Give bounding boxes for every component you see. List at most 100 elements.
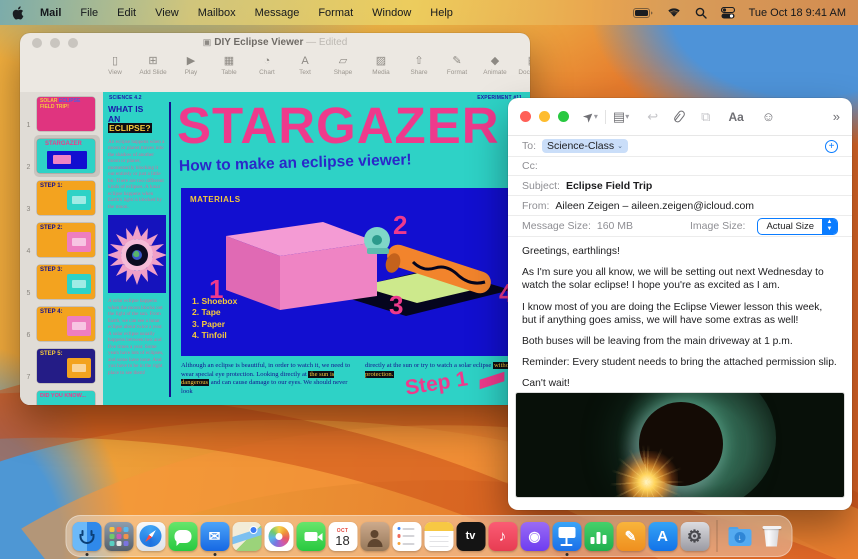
keynote-titlebar[interactable]: ▣ DIY Eclipse Viewer — Edited: [20, 33, 530, 52]
wifi-icon[interactable]: [667, 7, 681, 18]
menu-item-mail[interactable]: Mail: [40, 7, 61, 19]
overflow-icon[interactable]: »: [833, 110, 840, 123]
menu-item-help[interactable]: Help: [430, 7, 453, 19]
subject-value[interactable]: Eclipse Field Trip: [566, 180, 652, 192]
format-icon[interactable]: Aa: [728, 111, 743, 123]
keynote-window[interactable]: ▣ DIY Eclipse Viewer — Edited ▯ View ⊞ Add S…: [20, 33, 530, 405]
toolbar-document-button[interactable]: ▤Document: [514, 55, 530, 76]
toolbar-text-button[interactable]: A Text: [286, 55, 324, 76]
dock-item-reminders[interactable]: [392, 521, 422, 551]
toolbar-animate-button[interactable]: ◆ Animate: [476, 55, 514, 76]
dock-item-messages[interactable]: [168, 521, 198, 551]
cc-row[interactable]: Cc:: [508, 157, 852, 176]
slide-thumbnail-4[interactable]: STEP 2:: [37, 223, 95, 257]
slide-thumbnail-7[interactable]: STEP 5:: [37, 349, 95, 383]
battery-icon[interactable]: [632, 7, 653, 18]
dock-item-calendar[interactable]: OCT 18: [328, 521, 358, 551]
slide-thumbnail-5[interactable]: STEP 3:: [37, 265, 95, 299]
dock-item-pages[interactable]: ✎: [616, 521, 646, 551]
toolbar-table-button[interactable]: ▦ Table: [210, 55, 248, 76]
slide-thumbnail-3[interactable]: STEP 1:: [37, 181, 95, 215]
slide-thumbnail-8[interactable]: DID YOU KNOW...: [37, 391, 95, 405]
image-size-select[interactable]: Actual Size ▲ ▼: [757, 217, 838, 235]
dock-item-safari[interactable]: [136, 521, 166, 551]
from-row[interactable]: From: Aileen Zeigen – aileen.zeigen@iclo…: [508, 196, 852, 216]
close-button[interactable]: [520, 111, 531, 122]
toolbar-share-button[interactable]: ⇧ Share: [400, 55, 438, 76]
dock-item-facetime[interactable]: [296, 521, 326, 551]
slide-navigator[interactable]: 1 SOLAR ECLIPSE FIELD TRIP! 2 STARGAZER 3 STE…: [20, 92, 103, 405]
dock-item-trash[interactable]: [757, 522, 787, 551]
slide-thumbnail-1[interactable]: SOLAR ECLIPSE FIELD TRIP!: [37, 97, 95, 131]
emoji-icon[interactable]: ☺: [762, 110, 775, 123]
toolbar-add-slide-button[interactable]: ⊞ Add Slide: [134, 55, 172, 76]
slide-canvas[interactable]: SCIENCE 4.2 EXPERIMENT #11 WHAT IS AN EC…: [103, 92, 530, 405]
header-fields-chevron-icon[interactable]: ▾: [625, 112, 629, 121]
dock-item-launchpad[interactable]: [104, 521, 134, 551]
menu-item-window[interactable]: Window: [372, 7, 411, 19]
attach-icon[interactable]: [672, 109, 687, 124]
body-paragraph[interactable]: Can't wait!: [522, 377, 838, 390]
eclipse-attachment-image[interactable]: [516, 393, 844, 497]
dock-item-contacts[interactable]: [360, 521, 390, 551]
podcasts-glyph: ◉: [528, 528, 541, 544]
dock-item-photos[interactable]: [264, 521, 294, 551]
menu-item-message[interactable]: Message: [255, 7, 300, 19]
header-fields-icon[interactable]: ▤: [613, 110, 625, 123]
dock-item-notes[interactable]: [424, 521, 454, 551]
toolbar-play-button[interactable]: ▶ Play: [172, 55, 210, 76]
toolbar-format-button[interactable]: ✎ Format: [438, 55, 476, 76]
zoom-button[interactable]: [558, 111, 569, 122]
dock-item-music[interactable]: ♪: [488, 521, 518, 551]
slide-title[interactable]: STARGAZER: [177, 100, 530, 151]
body-paragraph[interactable]: Reminder: Every student needs to bring t…: [522, 356, 838, 369]
toolbar-view-button[interactable]: ▯ View: [96, 55, 134, 76]
menu-item-edit[interactable]: Edit: [117, 7, 136, 19]
format-icon: ✎: [452, 55, 462, 67]
body-paragraph[interactable]: Greetings, earthlings!: [522, 245, 838, 258]
dock-item-maps[interactable]: [232, 521, 262, 551]
body-paragraph[interactable]: As I'm sure you all know, we will be set…: [522, 266, 838, 292]
insert-icon[interactable]: ⧉: [701, 110, 710, 123]
apple-menu-icon[interactable]: [12, 5, 24, 20]
slide-stargazer[interactable]: SCIENCE 4.2 EXPERIMENT #11 WHAT IS AN EC…: [103, 92, 530, 405]
subject-row[interactable]: Subject: Eclipse Field Trip: [508, 176, 852, 196]
toolbar-media-button[interactable]: ▨ Media: [362, 55, 400, 76]
to-row[interactable]: To: Science-Class ⌄ +: [508, 136, 852, 157]
appstore-glyph: A: [657, 527, 668, 545]
thumb-art: [72, 196, 86, 204]
menu-clock[interactable]: Tue Oct 18 9:41 AM: [749, 7, 846, 19]
materials-box[interactable]: MATERIALS 1 2 3 4 1. Shoebox 2. Tape 3. …: [181, 188, 527, 356]
send-icon[interactable]: ➤: [579, 107, 597, 125]
control-center-icon[interactable]: [720, 6, 735, 19]
document-icon: ▣: [202, 37, 212, 47]
dock-item-appstore[interactable]: A: [648, 521, 678, 551]
dock-item-tv[interactable]: tv: [456, 521, 486, 551]
dock-item-settings[interactable]: ⚙: [680, 521, 710, 551]
slide-thumbnail-2[interactable]: STARGAZER: [37, 139, 95, 173]
dock-item-downloads[interactable]: ↓: [725, 522, 755, 551]
reply-icon[interactable]: ↩: [647, 110, 658, 123]
slide-thumbnail-6[interactable]: STEP 4:: [37, 307, 95, 341]
search-icon[interactable]: [695, 7, 707, 19]
menu-item-view[interactable]: View: [155, 7, 179, 19]
minimize-button[interactable]: [539, 111, 550, 122]
dock-item-finder[interactable]: [72, 521, 102, 556]
body-paragraph[interactable]: I know most of you are doing the Eclipse…: [522, 301, 838, 327]
compass-needle: [144, 529, 158, 544]
menu-item-format[interactable]: Format: [318, 7, 353, 19]
toolbar-shape-button[interactable]: ▱ Shape: [324, 55, 362, 76]
from-value[interactable]: Aileen Zeigen – aileen.zeigen@icloud.com: [555, 200, 754, 212]
mail-compose-window[interactable]: ➤ ▾ ▤ ▾ ↩ ⧉ Aa ☺» To: Science-Class ⌄ + Cc: Subj…: [508, 98, 852, 510]
add-recipient-button[interactable]: +: [825, 139, 838, 153]
toolbar-chart-button[interactable]: ◔ Chart: [248, 55, 286, 76]
menu-item-mailbox[interactable]: Mailbox: [198, 7, 236, 19]
dock-item-podcasts[interactable]: ◉: [520, 521, 550, 551]
dock-item-mail[interactable]: ✉: [200, 521, 230, 556]
body-paragraph[interactable]: Both buses will be leaving from the main…: [522, 335, 838, 348]
recipient-token[interactable]: Science-Class ⌄: [542, 139, 628, 153]
menu-item-file[interactable]: File: [80, 7, 98, 19]
dock-item-keynote[interactable]: [552, 521, 582, 556]
slide-number: 3: [26, 206, 31, 213]
dock-item-numbers[interactable]: [584, 521, 614, 551]
